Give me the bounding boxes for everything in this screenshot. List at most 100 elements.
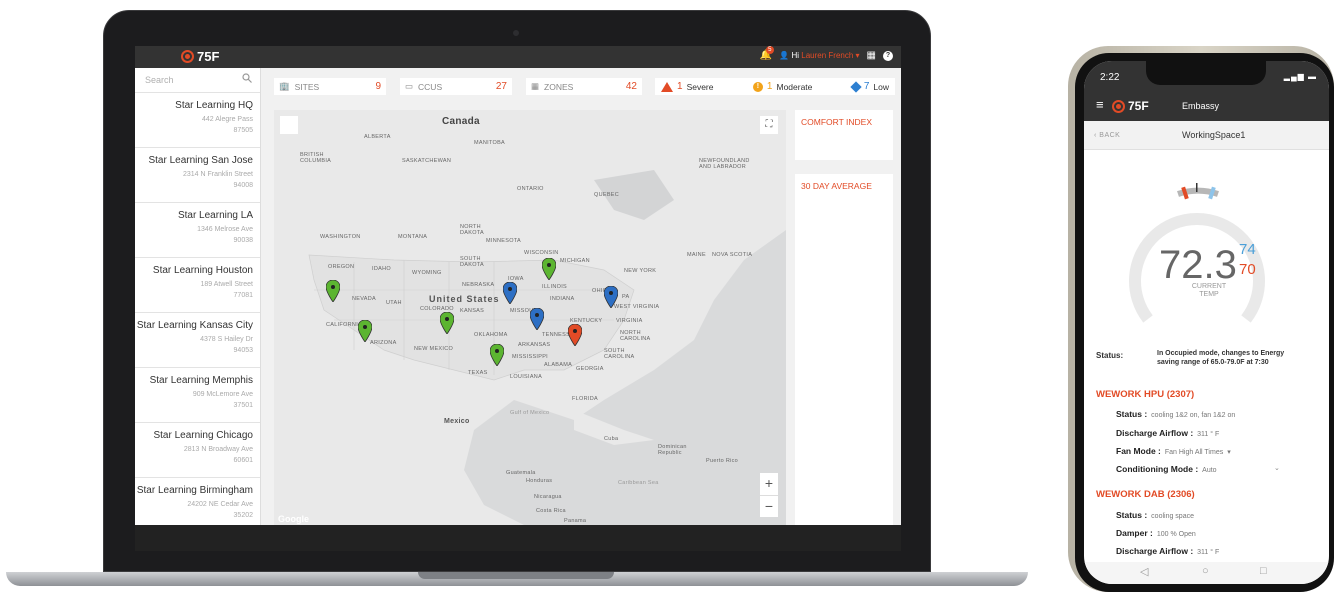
logo-ring-icon	[1112, 99, 1125, 113]
site-name: Star Learning Memphis	[149, 375, 253, 386]
map-pin[interactable]	[604, 286, 618, 308]
map-pin[interactable]	[568, 324, 582, 346]
zoom-control: + −	[760, 473, 778, 517]
map-label-north-dakota: NORTH DAKOTA	[460, 224, 485, 236]
low-label: Low	[873, 81, 889, 92]
map-label-dominican: Dominican Republic	[658, 444, 687, 456]
map-pin[interactable]	[440, 312, 454, 334]
map-label-maine: MAINE	[687, 252, 706, 258]
site-list-item[interactable]: Star Learning Birmingham 24202 NE Cedar A…	[135, 478, 260, 525]
map-pin[interactable]	[542, 258, 556, 280]
user-menu[interactable]: 👤 Hi Lauren French ▾	[779, 51, 859, 60]
site-list-item[interactable]: Star Learning Memphis 909 McLemore Ave 375…	[135, 368, 260, 423]
site-zip: 94008	[233, 182, 253, 189]
google-logo: Google	[278, 514, 309, 524]
map-label-georgia: GEORGIA	[576, 366, 604, 372]
building-icon: 🏢	[279, 81, 290, 91]
moderate-alerts[interactable]: ! 1 Moderate	[752, 81, 812, 92]
help-icon[interactable]: ?	[883, 50, 893, 61]
site-zip: 37501	[233, 402, 253, 409]
cooling-setpoint[interactable]: 70	[1239, 261, 1256, 278]
map-label-illinois: ILLINOIS	[542, 284, 568, 290]
map-label-wyoming: WYOMING	[412, 270, 442, 276]
sites-stat[interactable]: 🏢 SITES 9	[274, 78, 386, 95]
app-logo[interactable]: 75F	[181, 49, 219, 64]
map-label-virginia: VIRGINIA	[616, 318, 643, 324]
map-label-michigan: MICHIGAN	[560, 258, 590, 264]
site-street: 2314 N Franklin Street	[182, 171, 253, 178]
site-list-item[interactable]: Star Learning HQ 442 Alegre Pass 87505	[135, 93, 260, 148]
hpu-conditioning-label: Conditioning Mode :	[1116, 464, 1199, 474]
back-button[interactable]: ‹ BACK	[1094, 132, 1120, 139]
map-pin[interactable]	[326, 280, 340, 302]
laptop-bezel	[135, 525, 901, 551]
site-name: Star Learning Kansas City	[136, 320, 253, 331]
map-label-utah: UTAH	[386, 300, 402, 306]
map-label-arkansas: ARKANSAS	[518, 342, 551, 348]
map-label-united-states: United States	[429, 294, 500, 304]
dab-damper-label: Damper :	[1116, 528, 1153, 538]
site-list-item[interactable]: Star Learning LA 1346 Melrose Ave 90038	[135, 203, 260, 258]
site-list-item[interactable]: Star Learning Kansas City 4378 S Hailey D…	[135, 313, 260, 368]
map-label-ontario: ONTARIO	[517, 186, 544, 192]
site-sidebar: Star Learning HQ 442 Alegre Pass 87505 Sta…	[135, 68, 261, 525]
map-pin[interactable]	[358, 320, 372, 342]
hpu-status-value: cooling 1&2 on, fan 1&2 on	[1151, 412, 1236, 419]
sites-map[interactable]: Canada ALBERTA MANITOBA BRITISH COLUMBIA…	[274, 110, 786, 525]
sites-count: 9	[375, 81, 381, 92]
search-input[interactable]	[135, 68, 240, 92]
zones-count: 42	[625, 81, 637, 92]
thirty-day-average-panel: 30 DAY AVERAGE	[795, 174, 893, 525]
low-count: 7	[863, 81, 870, 92]
hpu-fan-label: Fan Mode :	[1116, 446, 1161, 456]
hpu-fan-value[interactable]: Fan High All Times	[1165, 449, 1223, 456]
user-name: Lauren French	[801, 51, 854, 60]
site-list-item[interactable]: Star Learning Chicago 2813 N Broadway Ave…	[135, 423, 260, 478]
map-pin[interactable]	[490, 344, 504, 366]
search-icon[interactable]	[242, 73, 252, 83]
zoom-in-button[interactable]: +	[760, 473, 778, 495]
apps-grid-icon[interactable]: ▦	[867, 50, 876, 61]
map-control-button[interactable]	[280, 116, 298, 134]
map-label-oregon: OREGON	[328, 264, 355, 270]
dab-status-label: Status :	[1116, 510, 1148, 520]
map-label-idaho: IDAHO	[372, 266, 391, 272]
dab-airflow-value: 311 ° F	[1197, 549, 1220, 556]
notification-badge: 5	[765, 46, 774, 54]
hamburger-menu-icon[interactable]: ≡	[1096, 97, 1104, 112]
map-label-puerto-rico: Puerto Rico	[706, 458, 739, 464]
zones-stat[interactable]: ▦ ZONES 42	[526, 78, 642, 95]
map-label-nova-scotia: NOVA SCOTIA	[712, 252, 753, 258]
nav-home-icon[interactable]: ○	[1202, 565, 1209, 577]
zoom-out-button[interactable]: −	[760, 496, 778, 518]
severe-count: 1	[677, 81, 683, 92]
map-pin[interactable]	[530, 308, 544, 330]
bell-icon[interactable]: 🔔 5	[760, 46, 774, 61]
site-name: Star Learning HQ	[175, 100, 253, 111]
chevron-down-icon[interactable]: ⌄	[1274, 464, 1280, 472]
site-street: 1346 Melrose Ave	[197, 226, 253, 233]
heating-setpoint[interactable]: 74	[1239, 241, 1256, 258]
site-list-item[interactable]: Star Learning San Jose 2314 N Franklin St…	[135, 148, 260, 203]
ccus-stat[interactable]: ▭ CCUS 27	[400, 78, 512, 95]
site-list-item[interactable]: Star Learning Houston 189 Atwell Street 77…	[135, 258, 260, 313]
map-label-mexico: Mexico	[444, 418, 470, 425]
dab-section-title: WEWORK DAB (2306)	[1096, 489, 1195, 500]
comfort-index-title: COMFORT INDEX	[801, 117, 872, 127]
low-alerts[interactable]: 7 Low	[850, 80, 889, 93]
map-label-gulf: Gulf of Mexico	[510, 410, 550, 416]
nav-recents-icon[interactable]: □	[1260, 565, 1267, 577]
map-label-pa: PA	[622, 294, 630, 300]
hpu-fan-row[interactable]: Fan Mode : Fan High All Times ▾	[1116, 446, 1231, 456]
fullscreen-icon[interactable]: ⛶	[760, 116, 778, 134]
ccus-count: 27	[495, 81, 507, 92]
hpu-conditioning-row[interactable]: Conditioning Mode : Auto	[1116, 464, 1217, 474]
greeting: Hi	[791, 51, 800, 60]
map-label-minnesota: MINNESOTA	[486, 238, 521, 244]
severe-alerts[interactable]: 1 Severe	[661, 81, 714, 92]
map-label-texas: TEXAS	[468, 370, 488, 376]
hpu-conditioning-value[interactable]: Auto	[1202, 467, 1216, 474]
map-label-mississippi: MISSISSIPPI	[512, 354, 549, 360]
map-pin[interactable]	[503, 282, 517, 304]
nav-back-icon[interactable]: ◁	[1140, 565, 1148, 578]
